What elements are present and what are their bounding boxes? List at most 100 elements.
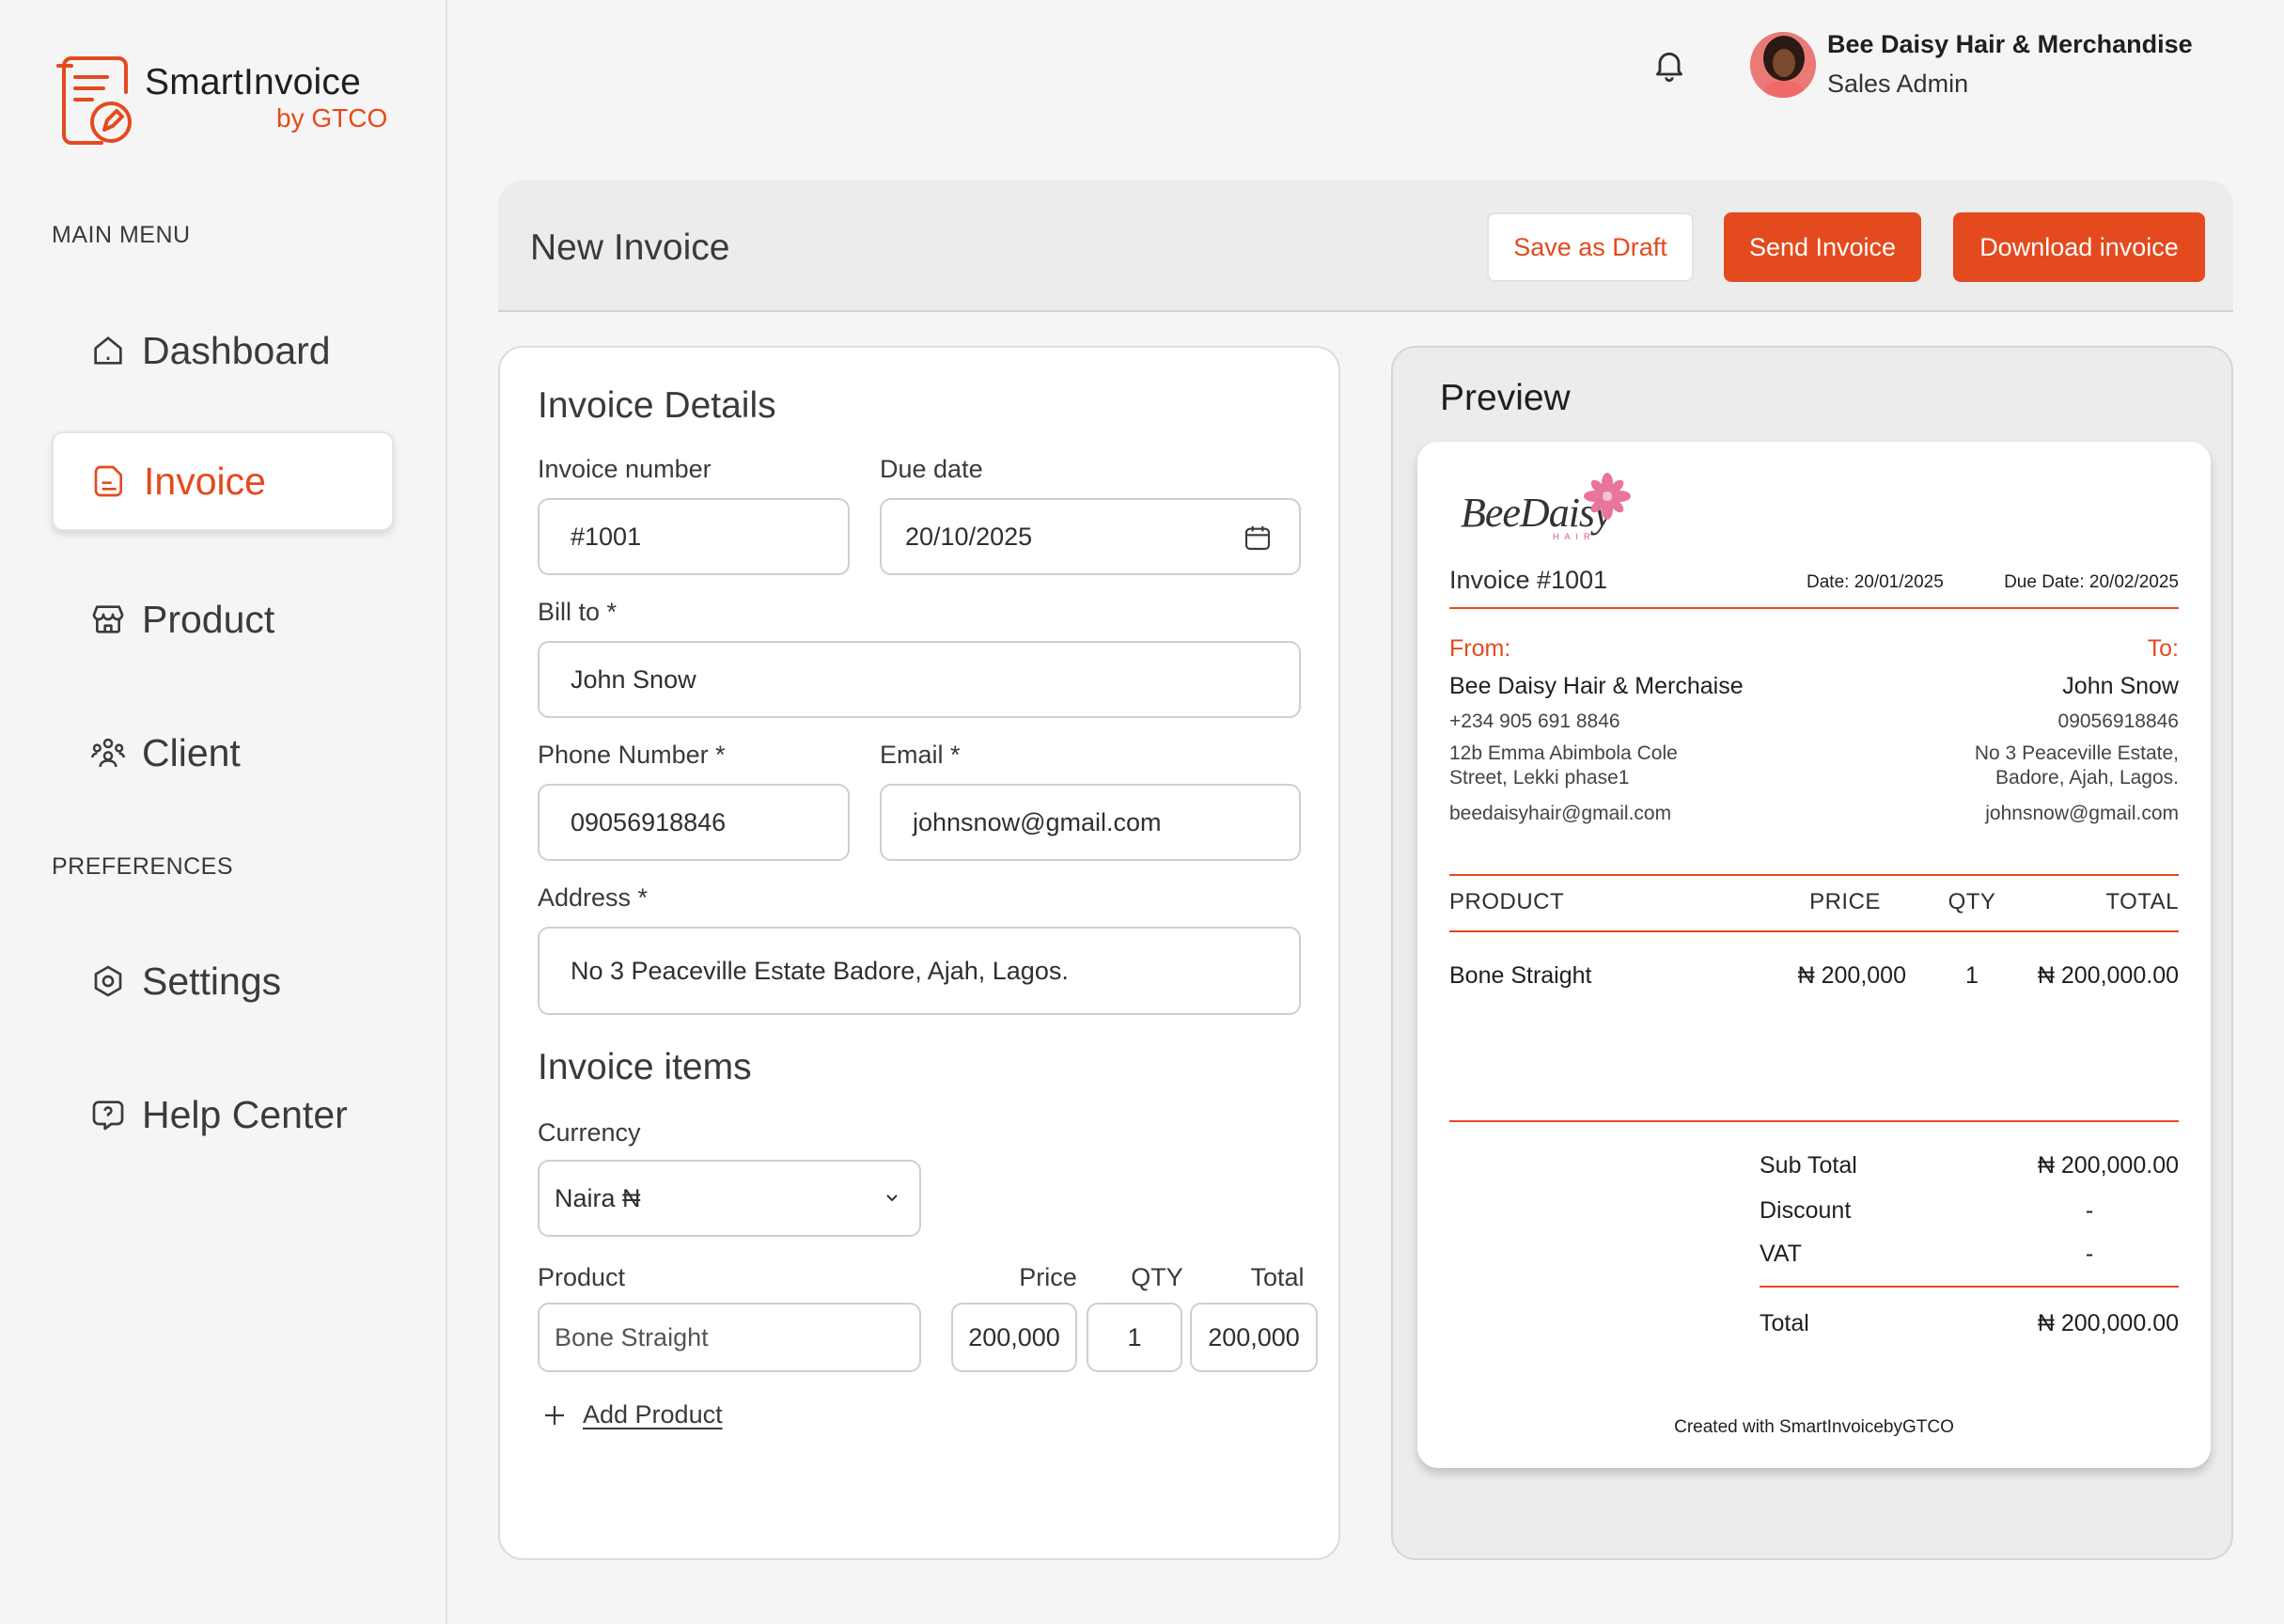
user-role: Sales Admin [1827, 70, 1969, 98]
address-label: Address * [538, 883, 649, 912]
to-name: John Snow [2062, 673, 2179, 699]
from-phone: +234 905 691 8846 [1449, 710, 1620, 732]
column-product: PRODUCT [1449, 889, 1565, 914]
preview-invoice-number: Invoice #1001 [1449, 566, 1608, 594]
save-draft-button[interactable]: Save as Draft [1487, 212, 1694, 282]
from-email: beedaisyhair@gmail.com [1449, 803, 1672, 824]
due-date-value: 20/10/2025 [905, 522, 1033, 551]
sidebar-item-dashboard[interactable]: Dashboard [52, 301, 394, 400]
address-field[interactable]: No 3 Peaceville Estate Badore, Ajah, Lag… [538, 927, 1301, 1015]
sidebar-item-label: Product [142, 597, 275, 641]
from-label: From: [1449, 635, 1511, 662]
currency-label: Currency [538, 1118, 641, 1147]
email-label: Email * [880, 741, 961, 769]
page-toolbar: New Invoice Save as Draft Send Invoice D… [498, 180, 2233, 312]
divider [1760, 1286, 2179, 1288]
invoice-document: BeeDaisy HAIR Invoice #1001 Date: 20/01/… [1417, 442, 2211, 1468]
vat-value: - [2085, 1241, 2094, 1267]
shop-icon [89, 601, 127, 638]
row-price: ₦ 200,000 [1797, 962, 1906, 989]
page-title: New Invoice [530, 227, 730, 268]
total-column-label: Total [1250, 1263, 1305, 1291]
product-column-label: Product [538, 1263, 626, 1291]
to-address-line2: Badore, Ajah, Lagos. [1995, 767, 2179, 789]
column-price: PRICE [1809, 889, 1881, 914]
preview-due-date: Due Date: 20/02/2025 [2004, 572, 2179, 592]
total-value: ₦ 200,000.00 [2037, 1310, 2179, 1336]
discount-label: Discount [1760, 1197, 1852, 1224]
preview-panel: Preview BeeDaisy HAIR Invoice #1001 Date… [1391, 346, 2233, 1560]
sidebar-item-label: Client [142, 730, 241, 774]
add-product-label: Add Product [583, 1400, 723, 1429]
preview-date: Date: 20/01/2025 [1807, 572, 1944, 592]
gear-icon [89, 962, 127, 1000]
chevron-down-icon [884, 1192, 900, 1205]
to-email: johnsnow@gmail.com [1985, 803, 2179, 824]
bee-daisy-logo: BeeDaisy HAIR [1459, 472, 1647, 547]
avatar[interactable] [1750, 32, 1816, 98]
row-qty: 1 [1965, 962, 1979, 989]
brand-logo-icon[interactable] [53, 55, 137, 145]
sidebar-item-invoice[interactable]: Invoice [52, 431, 394, 531]
preferences-label: PREFERENCES [52, 853, 234, 880]
send-invoice-button[interactable]: Send Invoice [1724, 212, 1921, 282]
currency-select[interactable]: Naira ₦ [538, 1160, 921, 1237]
invoice-number-field[interactable]: #1001 [538, 498, 850, 575]
users-icon [89, 734, 127, 772]
row-total: ₦ 200,000.00 [2037, 962, 2179, 989]
sidebar: SmartInvoice by GTCO MAIN MENU Dashboard… [0, 0, 447, 1624]
brand-name: SmartInvoice [145, 62, 361, 102]
to-address-line1: No 3 Peaceville Estate, [1974, 742, 2179, 764]
bell-icon[interactable] [1650, 45, 1688, 85]
divider [1449, 607, 2179, 609]
phone-label: Phone Number * [538, 741, 726, 769]
due-date-field[interactable]: 20/10/2025 [880, 498, 1301, 575]
qty-field[interactable]: 1 [1087, 1303, 1182, 1372]
add-product-button[interactable]: Add Product [543, 1400, 723, 1429]
invoice-number-label: Invoice number [538, 455, 712, 483]
from-address-line2: Street, Lekki phase1 [1449, 767, 1630, 789]
plus-icon [543, 1404, 566, 1427]
download-invoice-button[interactable]: Download invoice [1953, 212, 2205, 282]
preview-footer: Created with SmartInvoicebyGTCO [1674, 1417, 1954, 1437]
due-date-label: Due date [880, 455, 983, 483]
from-name: Bee Daisy Hair & Merchaise [1449, 673, 1744, 699]
sidebar-item-label: Invoice [144, 459, 266, 503]
sidebar-item-client[interactable]: Client [52, 703, 394, 803]
subtotal-value: ₦ 200,000.00 [2037, 1152, 2179, 1179]
email-field[interactable]: johnsnow@gmail.com [880, 784, 1301, 861]
brand-sub: by GTCO [276, 103, 388, 133]
column-total: TOTAL [2105, 889, 2179, 914]
invoice-items-heading: Invoice items [538, 1047, 752, 1087]
main-menu-label: MAIN MENU [52, 222, 191, 248]
product-field[interactable]: Bone Straight [538, 1303, 921, 1372]
total-label: Total [1760, 1310, 1809, 1336]
divider [1449, 1120, 2179, 1122]
help-icon [89, 1096, 127, 1133]
to-label: To: [2147, 635, 2179, 662]
flower-icon [1584, 473, 1631, 520]
calendar-icon[interactable] [1243, 523, 1273, 553]
preview-heading: Preview [1440, 378, 1571, 418]
sidebar-item-label: Dashboard [142, 328, 331, 372]
to-phone: 09056918846 [2057, 710, 2179, 732]
phone-field[interactable]: 09056918846 [538, 784, 850, 861]
subtotal-label: Sub Total [1760, 1152, 1857, 1179]
user-name: Bee Daisy Hair & Merchandise [1827, 30, 2193, 58]
price-field[interactable]: 200,000 [951, 1303, 1077, 1372]
invoice-form-card: Invoice Details Invoice number #1001 Due… [498, 346, 1340, 1560]
currency-value: Naira ₦ [555, 1183, 641, 1212]
row-product: Bone Straight [1449, 962, 1592, 989]
divider [1449, 930, 2179, 932]
sidebar-item-label: Settings [142, 959, 282, 1003]
sidebar-item-product[interactable]: Product [52, 570, 394, 669]
sidebar-item-settings[interactable]: Settings [52, 931, 394, 1031]
column-qty: QTY [1948, 889, 1996, 914]
invoice-details-heading: Invoice Details [538, 385, 776, 426]
sidebar-item-help-center[interactable]: Help Center [52, 1065, 394, 1164]
home-icon [89, 332, 127, 369]
total-field[interactable]: 200,000 [1190, 1303, 1318, 1372]
bill-to-field[interactable]: John Snow [538, 641, 1301, 718]
vat-label: VAT [1760, 1241, 1802, 1267]
discount-value: - [2085, 1197, 2094, 1224]
